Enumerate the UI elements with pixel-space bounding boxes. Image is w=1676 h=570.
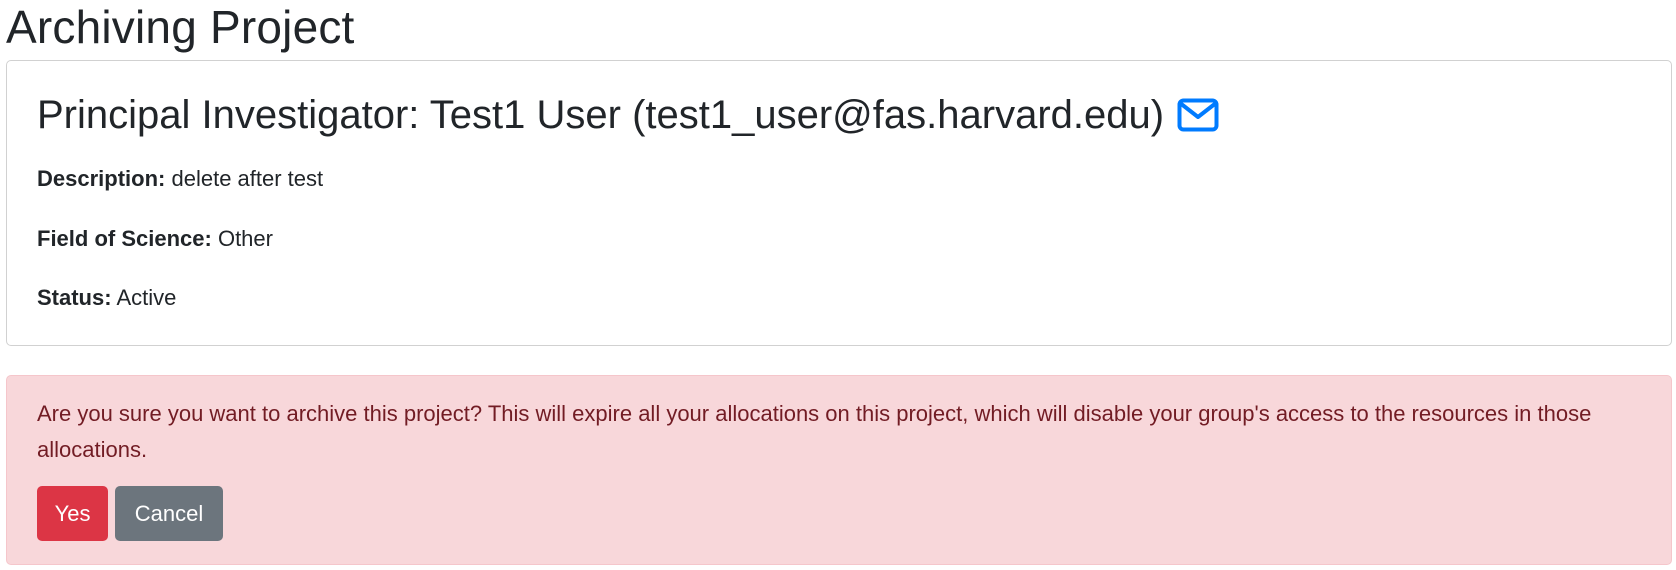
- status-value: Active: [116, 285, 177, 311]
- pi-heading-text: Principal Investigator: Test1 User (test…: [37, 93, 1165, 137]
- cancel-button[interactable]: Cancel: [115, 486, 223, 541]
- confirm-button-row: Yes Cancel: [37, 486, 1641, 541]
- yes-button[interactable]: Yes: [37, 486, 108, 541]
- page: Archiving Project Principal Investigator…: [6, 0, 1672, 565]
- archive-confirm-message: Are you sure you want to archive this pr…: [37, 401, 1592, 462]
- description-label: Description:: [37, 166, 166, 191]
- status-label: Status:: [37, 285, 112, 311]
- description-field: Description: delete after test: [37, 165, 1641, 194]
- pi-heading: Principal Investigator: Test1 User (test…: [37, 87, 1641, 143]
- archive-confirm-alert: Are you sure you want to archive this pr…: [6, 375, 1672, 565]
- field-of-science-field: Field of Science: Other: [37, 225, 1641, 254]
- field-of-science-label: Field of Science:: [37, 225, 212, 251]
- status-field: Status: Active: [37, 284, 1641, 313]
- project-info-card: Principal Investigator: Test1 User (test…: [6, 60, 1672, 346]
- field-of-science-value: Other: [217, 225, 273, 251]
- description-value: delete after test: [171, 166, 324, 191]
- page-title: Archiving Project: [6, 1, 355, 53]
- envelope-icon-svg: [1177, 98, 1219, 132]
- envelope-icon[interactable]: [1176, 97, 1220, 133]
